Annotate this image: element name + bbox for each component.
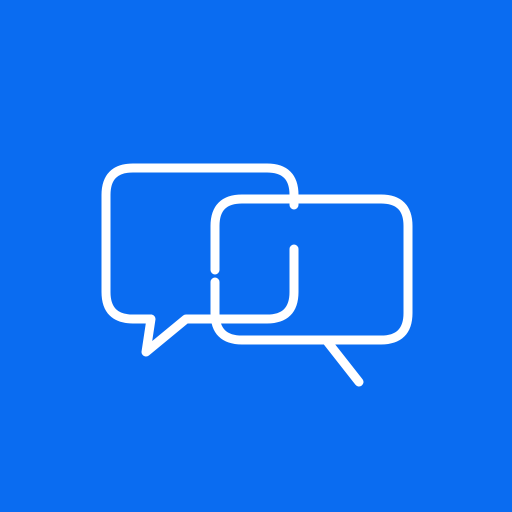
back-chat-bubble: [210, 194, 413, 387]
chat-bubbles-icon: [101, 163, 413, 387]
app-icon: [0, 0, 512, 512]
